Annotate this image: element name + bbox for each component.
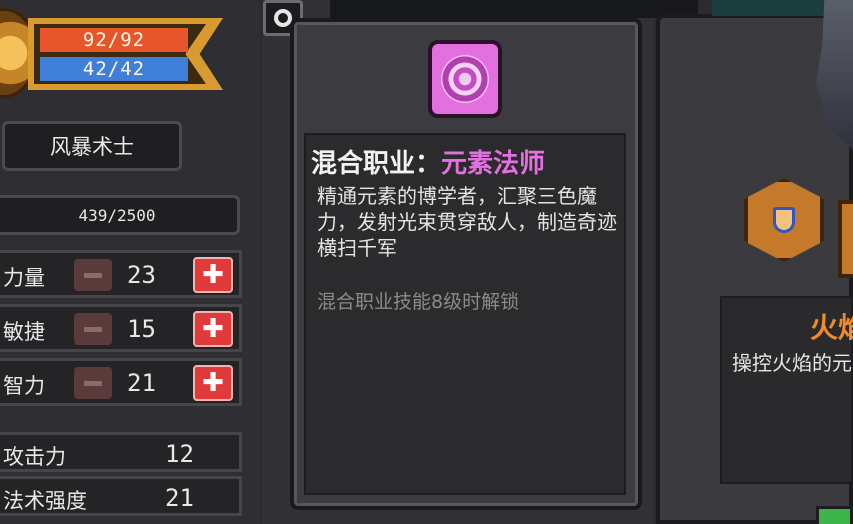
decrease-agility-button[interactable]: [74, 313, 112, 345]
derived-value: 12: [165, 440, 194, 468]
increase-agility-button[interactable]: ✚: [193, 311, 233, 347]
mp-bar: 42/42: [40, 57, 188, 81]
skill-card-description: 操控火焰的元素魔法: [732, 351, 853, 375]
decrease-strength-button[interactable]: [74, 259, 112, 291]
minus-icon: [84, 380, 102, 386]
tooltip-title-prefix: 混合职业：: [311, 149, 442, 179]
derived-row-spell-power: 法术强度 21: [0, 476, 242, 516]
tooltip-unlock-note: 混合职业技能8级时解锁: [317, 291, 520, 313]
increase-intelligence-button[interactable]: ✚: [193, 365, 233, 401]
second-skill-badge[interactable]: [838, 200, 853, 278]
vortex-swirl: [441, 55, 489, 103]
stat-label: 智力: [3, 374, 45, 398]
tooltip-title: 混合职业：元素法师: [311, 143, 545, 180]
tooltip-title-role: 元素法师: [441, 149, 546, 179]
stat-value: 15: [127, 315, 156, 343]
derived-row-attack: 攻击力 12: [0, 432, 242, 472]
derived-label: 攻击力: [3, 445, 66, 469]
derived-label: 法术强度: [3, 489, 87, 513]
stat-value: 23: [127, 261, 156, 289]
top-strip: [330, 0, 698, 18]
shield-icon: [773, 207, 795, 233]
stat-row-strength: 力量 23 ✚: [0, 250, 242, 298]
confirm-button[interactable]: [816, 506, 853, 524]
experience-bar: 439/2500: [0, 195, 240, 235]
tooltip-description: 精通元素的博学者，汇聚三色魔力，发射光束贯穿敌人，制造奇迹横扫千军: [317, 184, 617, 260]
minus-icon: [84, 272, 102, 278]
decrease-intelligence-button[interactable]: [74, 367, 112, 399]
increase-strength-button[interactable]: ✚: [193, 257, 233, 293]
derived-value: 21: [165, 484, 194, 512]
stat-value: 21: [127, 369, 156, 397]
vortex-icon: [428, 40, 502, 118]
minus-icon: [84, 326, 102, 332]
skill-card-title: 火焰: [810, 311, 853, 344]
stat-row-agility: 敏捷 15 ✚: [0, 304, 242, 352]
stat-label: 敏捷: [3, 320, 45, 344]
hp-bar: 92/92: [40, 28, 188, 52]
stat-label: 力量: [3, 266, 45, 290]
stat-row-intelligence: 智力 21 ✚: [0, 358, 242, 406]
class-name-label: 风暴术士: [2, 121, 182, 171]
